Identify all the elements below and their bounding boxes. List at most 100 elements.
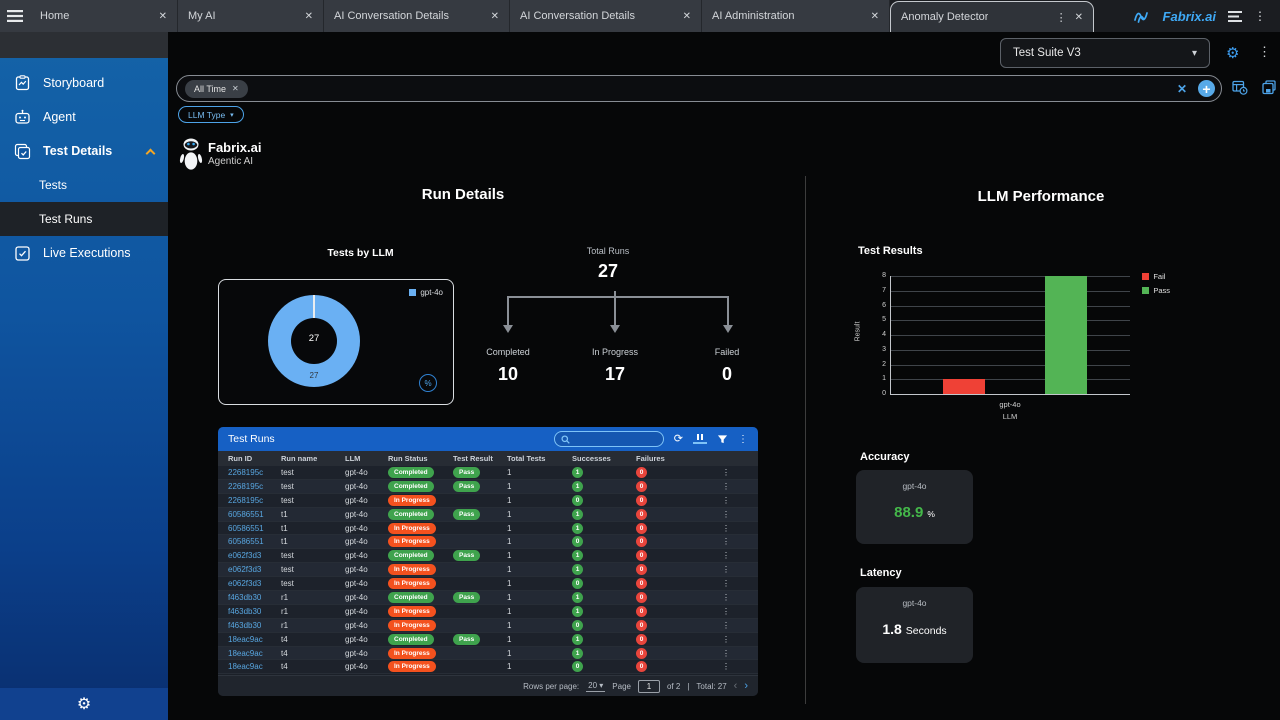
- hamburger-menu-icon[interactable]: [0, 0, 30, 32]
- browser-tab-3[interactable]: AI Conversation Details✕: [324, 0, 510, 32]
- sidebar-top-strip: [0, 32, 168, 58]
- tab-close-icon[interactable]: ✕: [675, 11, 691, 22]
- window-kebab-icon[interactable]: ⋮: [1254, 9, 1266, 23]
- llm-type-filter-chip[interactable]: LLM Type ▾: [178, 106, 244, 123]
- run-id-link[interactable]: 60586551: [228, 537, 281, 546]
- latency-title: Latency: [860, 567, 902, 579]
- test-suite-selector[interactable]: Test Suite V3 ▾: [1000, 38, 1210, 68]
- list-icon[interactable]: [1228, 11, 1242, 22]
- y-tick-label: 2: [858, 361, 886, 368]
- run-status-cell: In Progress: [388, 620, 453, 631]
- legend-label: Fail: [1153, 272, 1165, 281]
- row-actions-icon[interactable]: ⋮: [722, 524, 730, 533]
- remove-filter-icon[interactable]: ✕: [232, 84, 239, 93]
- sidebar-item-agent[interactable]: Agent: [0, 100, 168, 134]
- run-id-link[interactable]: f463db30: [228, 593, 281, 602]
- add-filter-button[interactable]: +: [1196, 78, 1217, 99]
- run-id-link[interactable]: f463db30: [228, 621, 281, 630]
- toolbar-kebab-icon[interactable]: ⋮: [1258, 44, 1272, 60]
- pause-updates-icon[interactable]: [693, 434, 707, 444]
- browser-tab-4[interactable]: AI Conversation Details✕: [510, 0, 702, 32]
- failures-cell: 0: [636, 467, 722, 478]
- tab-close-icon[interactable]: ✕: [483, 11, 499, 22]
- row-actions-icon[interactable]: ⋮: [722, 468, 730, 477]
- browser-tab-1[interactable]: Home✕: [30, 0, 178, 32]
- browser-tab-2[interactable]: My AI✕: [178, 0, 324, 32]
- browser-tab-6[interactable]: Anomaly Detector⋮✕: [890, 1, 1094, 32]
- refresh-icon[interactable]: ⟳: [674, 434, 683, 445]
- y-tick-label: 4: [858, 331, 886, 338]
- row-actions-icon[interactable]: ⋮: [722, 551, 730, 560]
- run-id-link[interactable]: f463db30: [228, 607, 281, 616]
- row-actions-icon[interactable]: ⋮: [722, 607, 730, 616]
- row-actions-icon[interactable]: ⋮: [722, 482, 730, 491]
- run-id-link[interactable]: 2268195c: [228, 468, 281, 477]
- successes-cell: 0: [572, 661, 636, 672]
- save-view-icon[interactable]: [1262, 80, 1277, 95]
- successes-cell: 1: [572, 509, 636, 520]
- test-result-badge: Pass: [453, 634, 480, 645]
- row-actions-icon[interactable]: ⋮: [722, 510, 730, 519]
- tab-menu-icon[interactable]: ⋮: [1048, 11, 1067, 24]
- sidebar-item-storyboard[interactable]: Storyboard: [0, 66, 168, 100]
- filter-bar[interactable]: All Time ✕ ✕ +: [176, 75, 1222, 102]
- table-kebab-icon[interactable]: ⋮: [738, 434, 748, 445]
- pass-bar: [1045, 276, 1087, 394]
- previous-page-icon[interactable]: ‹: [734, 680, 738, 692]
- col-successes: Successes: [572, 454, 636, 463]
- tab-close-icon[interactable]: ✕: [151, 11, 167, 22]
- row-actions-icon[interactable]: ⋮: [722, 579, 730, 588]
- tab-close-icon[interactable]: ✕: [1067, 12, 1083, 23]
- row-actions-icon[interactable]: ⋮: [722, 635, 730, 644]
- sidebar-settings-gear-icon[interactable]: ⚙: [0, 688, 168, 720]
- llm-cell: gpt-4o: [345, 565, 388, 574]
- rows-per-page-select[interactable]: 20 ▾: [586, 681, 605, 692]
- sidebar-item-test-runs[interactable]: Test Runs: [0, 202, 168, 236]
- run-id-link[interactable]: 60586551: [228, 510, 281, 519]
- run-id-link[interactable]: e062f3d3: [228, 565, 281, 574]
- run-id-link[interactable]: 18eac9ac: [228, 649, 281, 658]
- table-history-icon[interactable]: [1232, 80, 1248, 95]
- run-id-link[interactable]: e062f3d3: [228, 579, 281, 588]
- successes-count-badge: 1: [572, 523, 583, 534]
- row-actions-icon[interactable]: ⋮: [722, 649, 730, 658]
- browser-tab-5[interactable]: AI Administration✕: [702, 0, 890, 32]
- percent-toggle-button[interactable]: %: [419, 374, 437, 392]
- run-id-link[interactable]: 2268195c: [228, 496, 281, 505]
- llm-cell: gpt-4o: [345, 510, 388, 519]
- next-page-icon[interactable]: ›: [744, 680, 748, 692]
- row-actions-icon[interactable]: ⋮: [722, 593, 730, 602]
- run-id-link[interactable]: 2268195c: [228, 482, 281, 491]
- run-id-link[interactable]: 60586551: [228, 524, 281, 533]
- row-actions-icon[interactable]: ⋮: [722, 662, 730, 671]
- col-failures: Failures: [636, 454, 722, 463]
- footer-separator: |: [687, 682, 689, 691]
- llm-cell: gpt-4o: [345, 551, 388, 560]
- failures-cell: 0: [636, 550, 722, 561]
- test-result-cell: Pass: [453, 481, 507, 492]
- successes-cell: 1: [572, 648, 636, 659]
- sidebar-item-tests[interactable]: Tests: [0, 168, 168, 202]
- filter-funnel-icon[interactable]: [717, 434, 728, 445]
- table-search-input[interactable]: [554, 431, 664, 447]
- successes-count-badge: 0: [572, 661, 583, 672]
- tab-close-icon[interactable]: ✕: [297, 11, 313, 22]
- failures-cell: 0: [636, 634, 722, 645]
- row-actions-icon[interactable]: ⋮: [722, 621, 730, 630]
- row-actions-icon[interactable]: ⋮: [722, 537, 730, 546]
- run-id-link[interactable]: 18eac9ac: [228, 662, 281, 671]
- test-result-cell: Pass: [453, 592, 507, 603]
- filter-chip-all-time[interactable]: All Time ✕: [185, 80, 248, 98]
- chevron-up-icon[interactable]: [146, 148, 156, 158]
- tab-close-icon[interactable]: ✕: [863, 11, 879, 22]
- sidebar-item-live-executions[interactable]: Live Executions: [0, 236, 168, 270]
- llm-cell: gpt-4o: [345, 662, 388, 671]
- run-id-link[interactable]: e062f3d3: [228, 551, 281, 560]
- page-number-input[interactable]: [638, 680, 660, 693]
- row-actions-icon[interactable]: ⋮: [722, 565, 730, 574]
- run-id-link[interactable]: 18eac9ac: [228, 635, 281, 644]
- clear-filters-icon[interactable]: ✕: [1177, 82, 1187, 96]
- sidebar-item-test-details[interactable]: Test Details: [0, 134, 168, 168]
- row-actions-icon[interactable]: ⋮: [722, 496, 730, 505]
- settings-gear-icon[interactable]: ⚙: [1226, 44, 1239, 62]
